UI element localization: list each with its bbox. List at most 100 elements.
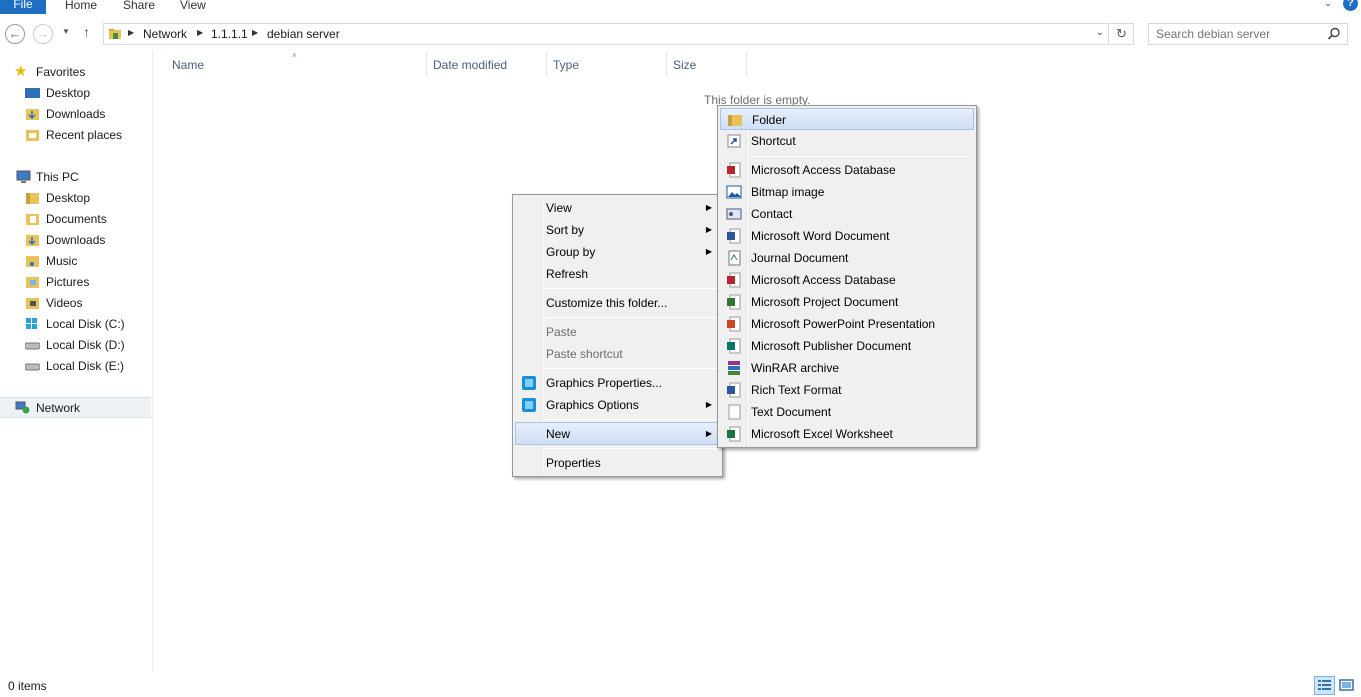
nav-label: Downloads (46, 233, 106, 247)
new-item-project-document[interactable]: Microsoft Project Document (720, 291, 974, 313)
new-item-word-document[interactable]: Microsoft Word Document (720, 225, 974, 247)
menu-item-label: Sort by (546, 223, 585, 237)
menu-item-label: Microsoft Access Database (751, 273, 896, 287)
chevron-down-icon[interactable]: ⌄ (1096, 27, 1104, 38)
tab-home[interactable]: Home (65, 0, 97, 13)
nav-pc-desktop[interactable]: Desktop (0, 188, 151, 208)
column-divider[interactable] (546, 52, 547, 76)
new-item-excel-worksheet[interactable]: Microsoft Excel Worksheet (720, 423, 974, 445)
nav-pc-disk-d[interactable]: Local Disk (D:) (0, 335, 151, 355)
arrow-up-icon: ↑ (83, 24, 90, 40)
nav-pc-documents[interactable]: Documents (0, 209, 151, 229)
column-header-date-modified[interactable]: Date modified (433, 58, 507, 72)
nav-network[interactable]: Network (0, 397, 151, 418)
help-icon[interactable]: ? (1343, 0, 1358, 11)
search-icon[interactable] (1327, 27, 1341, 41)
menu-item-label: Contact (751, 207, 793, 221)
menu-item-graphics-properties[interactable]: Graphics Properties... (515, 372, 720, 394)
nav-favorites-desktop[interactable]: Desktop (0, 83, 151, 103)
breadcrumb-network[interactable]: Network (143, 27, 187, 41)
new-item-rich-text-format[interactable]: Rich Text Format (720, 379, 974, 401)
menu-item-sort-by[interactable]: Sort by ▶ (515, 219, 720, 241)
access-database-icon (727, 272, 741, 288)
arrow-right-icon: → (36, 26, 50, 41)
new-item-access-database-2[interactable]: Microsoft Access Database (720, 269, 974, 291)
new-item-bitmap-image[interactable]: Bitmap image (720, 181, 974, 203)
new-item-text-document[interactable]: Text Document (720, 401, 974, 423)
bitmap-image-icon (726, 185, 742, 199)
network-folder-icon (109, 29, 121, 39)
column-header-size[interactable]: Size (673, 58, 696, 72)
menu-item-label: Bitmap image (751, 185, 825, 199)
nav-label: Local Disk (C:) (46, 317, 125, 331)
nav-label: Desktop (46, 191, 91, 205)
nav-pc-downloads[interactable]: Downloads (0, 230, 151, 250)
nav-pc-disk-c[interactable]: Local Disk (C:) (0, 314, 151, 334)
new-item-contact[interactable]: Contact (720, 203, 974, 225)
nav-favorites-recent[interactable]: Recent places (0, 125, 151, 145)
new-item-powerpoint-presentation[interactable]: Microsoft PowerPoint Presentation (720, 313, 974, 335)
menu-separator (545, 288, 717, 289)
new-item-journal-document[interactable]: Journal Document (720, 247, 974, 269)
breadcrumb-separator[interactable]: ▶ (252, 28, 258, 37)
nav-label: Desktop (46, 86, 91, 100)
submenu-arrow-icon: ▶ (705, 400, 712, 409)
menu-item-paste[interactable]: Paste (515, 321, 720, 343)
menu-separator (545, 448, 717, 449)
menu-item-refresh[interactable]: Refresh (515, 263, 720, 285)
submenu-arrow-icon: ▶ (705, 429, 712, 438)
new-item-shortcut[interactable]: Shortcut (720, 130, 974, 152)
column-divider[interactable] (746, 52, 747, 76)
breadcrumb-host[interactable]: 1.1.1.1 (211, 27, 248, 41)
details-view-button[interactable] (1314, 676, 1335, 695)
nav-pc-disk-e[interactable]: Local Disk (E:) (0, 356, 151, 376)
menu-item-view[interactable]: View ▶ (515, 197, 720, 219)
column-divider[interactable] (666, 52, 667, 76)
new-item-publisher-document[interactable]: Microsoft Publisher Document (720, 335, 974, 357)
forward-button[interactable]: → (33, 24, 53, 44)
menu-item-label: Microsoft PowerPoint Presentation (751, 317, 936, 331)
chevron-down-icon[interactable]: ⌄ (1321, 0, 1335, 10)
nav-pc-videos[interactable]: Videos (0, 293, 151, 313)
menu-item-graphics-options[interactable]: Graphics Options ▶ (515, 394, 720, 416)
nav-pc-pictures[interactable]: Pictures (0, 272, 151, 292)
menu-item-paste-shortcut[interactable]: Paste shortcut (515, 343, 720, 365)
column-header-type[interactable]: Type (553, 58, 579, 72)
nav-favorites-downloads[interactable]: Downloads (0, 104, 151, 124)
up-button[interactable]: ↑ (83, 24, 90, 40)
menu-item-label: Microsoft Publisher Document (751, 339, 912, 353)
music-folder-icon (26, 256, 39, 267)
recent-locations-button[interactable]: ▼ (62, 27, 70, 36)
menu-item-new[interactable]: New ▶ (515, 422, 720, 445)
file-tab[interactable]: File (0, 0, 46, 14)
star-icon: ★ (14, 63, 28, 80)
new-item-folder[interactable]: Folder (720, 108, 974, 130)
intel-graphics-icon (522, 398, 536, 412)
new-item-access-database[interactable]: Microsoft Access Database (720, 159, 974, 181)
desktop-icon (25, 88, 40, 98)
column-divider[interactable] (426, 52, 427, 76)
new-submenu: Folder Shortcut Microsoft Access Databas… (717, 105, 977, 448)
address-bar[interactable]: ▶ Network ▶ 1.1.1.1 ▶ debian server ⌄ (103, 23, 1109, 45)
refresh-button[interactable]: ↻ (1110, 23, 1134, 45)
breadcrumb-separator[interactable]: ▶ (128, 28, 134, 37)
large-icons-view-button[interactable] (1336, 676, 1357, 695)
breadcrumb-separator[interactable]: ▶ (197, 28, 203, 37)
tab-share[interactable]: Share (123, 0, 155, 13)
nav-favorites[interactable]: ★ Favorites (0, 62, 151, 82)
documents-folder-icon (26, 214, 39, 225)
menu-item-group-by[interactable]: Group by ▶ (515, 241, 720, 263)
new-item-winrar-archive[interactable]: WinRAR archive (720, 357, 974, 379)
breadcrumb-current[interactable]: debian server (267, 27, 340, 41)
column-header-name[interactable]: Name (172, 58, 204, 72)
menu-item-properties[interactable]: Properties (515, 452, 720, 474)
drive-icon (25, 363, 40, 371)
search-input[interactable] (1148, 23, 1348, 45)
tab-view[interactable]: View (180, 0, 206, 13)
nav-pc-music[interactable]: Music (0, 251, 151, 271)
menu-item-customize-folder[interactable]: Customize this folder... (515, 292, 720, 314)
winrar-archive-icon (728, 361, 740, 375)
back-button[interactable]: ← (5, 24, 25, 44)
menu-item-label: Paste (546, 325, 577, 339)
nav-this-pc[interactable]: This PC (0, 167, 151, 187)
